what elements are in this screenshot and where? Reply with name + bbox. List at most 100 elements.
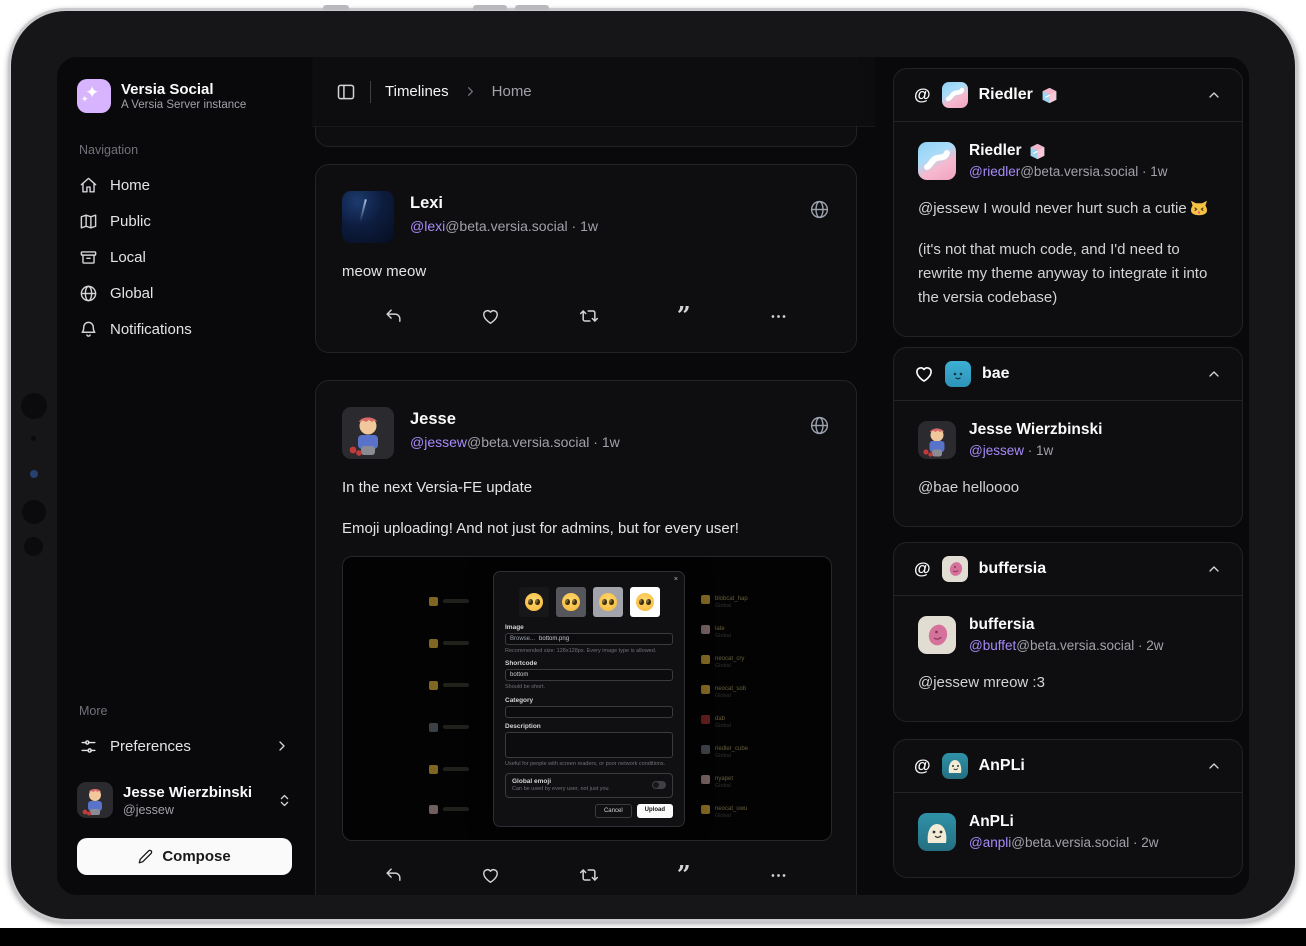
avatar[interactable] <box>342 407 394 459</box>
close-icon: × <box>674 576 678 583</box>
panel-left-icon[interactable] <box>336 82 356 102</box>
avatar <box>942 556 968 582</box>
repeat-icon <box>579 306 599 326</box>
notification-header[interactable]: bae <box>894 348 1242 401</box>
sidebar-item-home[interactable]: Home <box>77 167 292 203</box>
emoji-preview-white <box>630 587 660 617</box>
notification-header[interactable]: @ AnPLi <box>894 740 1242 793</box>
current-user-name: Jesse Wierzbinski <box>123 783 252 803</box>
globe-icon <box>79 284 98 303</box>
post-text: In the next Versia-FE update <box>342 477 830 498</box>
account-switcher[interactable]: Jesse Wierzbinski @jessew <box>77 782 292 818</box>
notification-author[interactable]: Riedler @riedler@beta.versia.social · 1w <box>918 142 1218 180</box>
post-author[interactable]: Lexi <box>410 194 598 213</box>
sidebar-item-notifications[interactable]: Notifications <box>77 311 292 347</box>
notification-title: AnPLi <box>979 757 1025 775</box>
like-button[interactable] <box>481 865 500 885</box>
notification-author[interactable]: Jesse Wierzbinski @jessew · 1w <box>918 421 1218 459</box>
timeline-column: Timelines Home Lexi @lexi@beta.versia.so… <box>312 57 875 895</box>
instance-title: Versia Social <box>121 81 246 100</box>
heart-icon <box>481 866 500 885</box>
notification-text: @jessew I would never hurt such a cutie <box>918 197 1218 221</box>
author-handle: @anpli@beta.versia.social · 2w <box>969 835 1159 850</box>
post-text: Emoji uploading! And not just for admins… <box>342 518 830 539</box>
sidebar-item-local[interactable]: Local <box>77 239 292 275</box>
avatar <box>77 782 113 818</box>
notification-author[interactable]: buffersia @buffet@beta.versia.social · 2… <box>918 616 1218 654</box>
emoji-name: riedler_cube <box>715 745 748 753</box>
author-handle: @buffet@beta.versia.social · 2w <box>969 638 1164 653</box>
description-help: Useful for people with screen readers, o… <box>505 760 673 768</box>
more-button[interactable] <box>769 865 788 885</box>
category-input <box>505 706 673 718</box>
sliders-icon <box>79 737 98 756</box>
app-window: ✦✦ Versia Social A Versia Server instanc… <box>57 57 1249 895</box>
sidebar-item-global[interactable]: Global <box>77 275 292 311</box>
desktop-background <box>0 928 1306 946</box>
instance-header[interactable]: ✦✦ Versia Social A Versia Server instanc… <box>77 79 292 113</box>
image-label: Image <box>505 624 673 631</box>
avatar[interactable] <box>342 191 394 243</box>
tablet-camera-2 <box>22 500 46 524</box>
post-card[interactable]: Jesse @jessew@beta.versia.social · 1w In… <box>315 380 857 895</box>
post-card[interactable]: Lexi @lexi@beta.versia.social · 1w meow … <box>315 164 857 353</box>
chevron-up-icon[interactable] <box>1206 366 1222 382</box>
reply-button[interactable] <box>384 865 403 885</box>
sidebar-item-preferences[interactable]: Preferences <box>77 728 292 764</box>
notification-text: (it's not that much code, and I'd need t… <box>918 238 1218 310</box>
emoji-preview-light <box>593 587 623 617</box>
current-user-handle: @jessew <box>123 803 252 817</box>
like-button[interactable] <box>481 306 500 326</box>
riedler-cube-emoji <box>1041 87 1058 104</box>
notification-card: @ buffersia buffersia @buffet@beta.versi… <box>893 542 1243 722</box>
author-name: Jesse Wierzbinski <box>969 421 1102 439</box>
sidebar-item-label: Public <box>110 213 151 230</box>
reply-icon <box>384 307 403 326</box>
notification-header[interactable]: @ buffersia <box>894 543 1242 596</box>
notification-header[interactable]: @ Riedler <box>894 69 1242 122</box>
more-button[interactable] <box>769 306 788 326</box>
tablet-camera <box>21 393 47 419</box>
avatar <box>945 361 971 387</box>
boost-button[interactable] <box>579 306 599 326</box>
notification-author[interactable]: AnPLi @anpli@beta.versia.social · 2w <box>918 813 1218 851</box>
tablet-sensor-led <box>30 470 38 478</box>
chevron-up-icon[interactable] <box>1206 561 1222 577</box>
emoji-name: late <box>715 625 731 633</box>
image-help: Recommended size: 128x128px. Every image… <box>505 647 673 655</box>
quote-button[interactable]: ” <box>677 306 691 326</box>
post-time: 1w <box>580 218 598 234</box>
notifications-column: @ Riedler Riedler @riedler@be <box>875 57 1249 895</box>
post-image-attachment[interactable]: blobcat_hapGlobal lateGlobal neocat_cryG… <box>342 556 832 841</box>
notification-text: @jessew mreow :3 <box>918 671 1218 695</box>
header-divider <box>370 81 371 103</box>
sidebar-item-public[interactable]: Public <box>77 203 292 239</box>
avatar <box>918 813 956 851</box>
sidebar-item-label: Home <box>110 177 150 194</box>
post-handle[interactable]: @lexi@beta.versia.social · 1w <box>410 218 598 234</box>
sidebar-item-label: Notifications <box>110 321 192 338</box>
reply-button[interactable] <box>384 306 403 326</box>
heart-icon <box>481 307 500 326</box>
chevron-up-icon[interactable] <box>1206 87 1222 103</box>
emoji-preview-dark <box>519 587 549 617</box>
breadcrumb-page: Home <box>492 83 532 100</box>
author-name: Riedler <box>969 142 1022 160</box>
description-input <box>505 732 673 758</box>
compose-button[interactable]: Compose <box>77 838 292 875</box>
notification-title: Riedler <box>979 86 1033 104</box>
post-author[interactable]: Jesse <box>410 410 620 429</box>
chevron-up-icon[interactable] <box>1206 758 1222 774</box>
mention-at-icon: @ <box>914 559 931 579</box>
tablet-top-button <box>323 5 349 10</box>
quote-button[interactable]: ” <box>677 865 691 885</box>
boost-button[interactable] <box>579 865 599 885</box>
breadcrumb-section[interactable]: Timelines <box>385 83 449 100</box>
tablet-sensor-2 <box>24 537 43 556</box>
notification-card: bae Jesse Wierzbinski @jessew · 1w @bae … <box>893 347 1243 527</box>
repeat-icon <box>579 865 599 885</box>
post-handle[interactable]: @jessew@beta.versia.social · 1w <box>410 434 620 450</box>
avatar <box>942 753 968 779</box>
tablet-sensor <box>31 436 36 441</box>
home-icon <box>79 176 98 195</box>
